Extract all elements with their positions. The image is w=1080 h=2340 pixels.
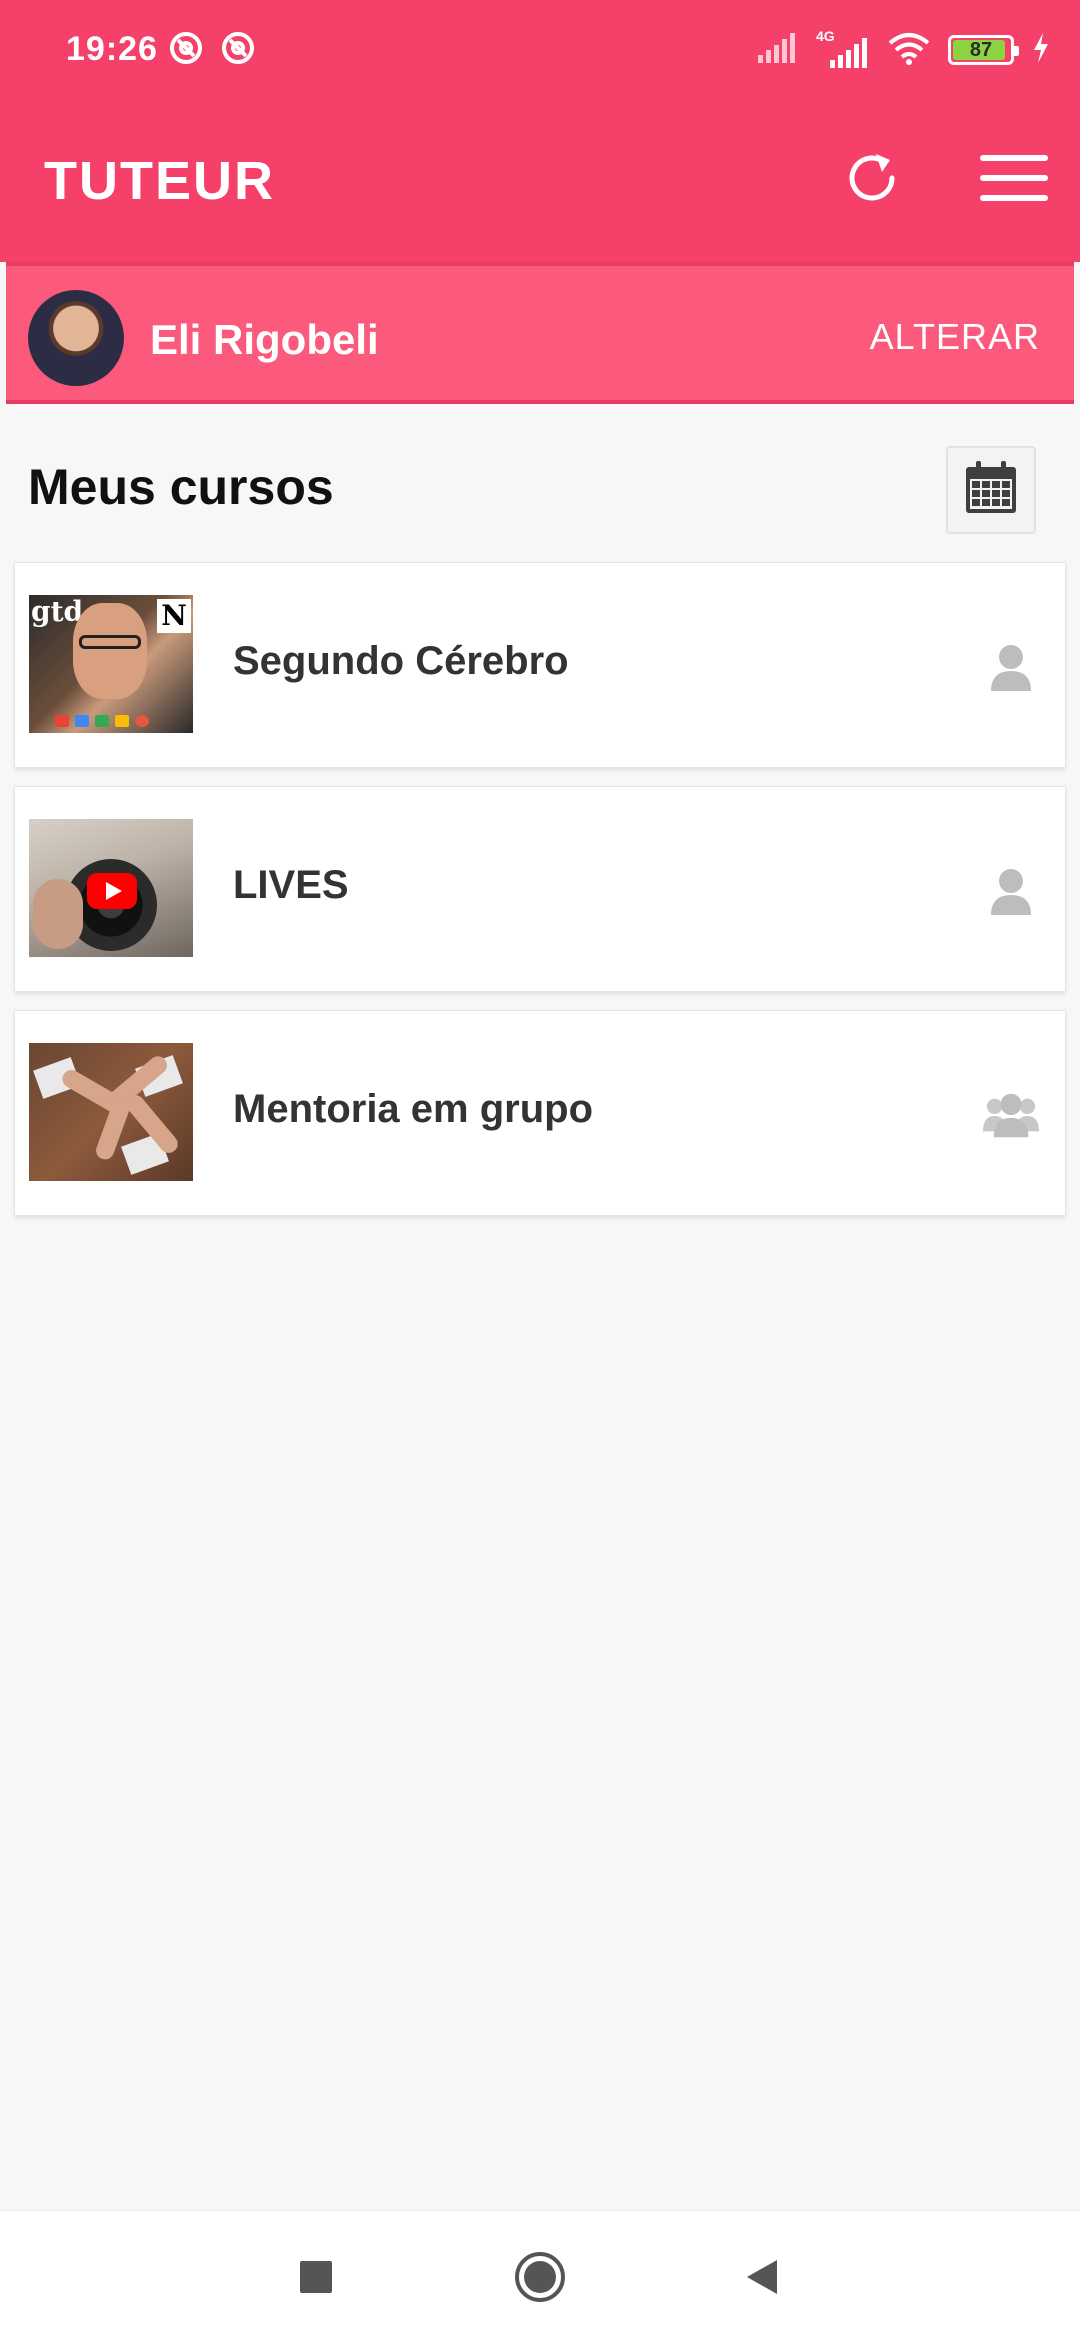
course-title: Mentoria em grupo: [233, 1087, 594, 1131]
app-title: TUTEUR: [44, 151, 275, 211]
system-nav-bar: [0, 2210, 1080, 2340]
course-title: LIVES: [233, 863, 349, 907]
course-card-lives[interactable]: LIVES: [14, 786, 1066, 992]
course-thumbnail: gtd N: [29, 595, 193, 733]
calendar-icon: [962, 459, 1020, 522]
person-face: [73, 603, 147, 699]
status-icons: 4G 87: [756, 28, 1050, 70]
battery-icon: 87: [948, 35, 1019, 65]
notification-icon-2: [220, 30, 256, 66]
charging-icon: [1032, 32, 1050, 68]
hand: [33, 879, 83, 949]
youtube-play-icon: [87, 873, 137, 909]
circle-home-icon: [514, 2251, 566, 2308]
notion-logo: N: [157, 599, 191, 633]
section-title: Meus cursos: [28, 459, 334, 515]
refresh-button[interactable]: [832, 140, 912, 220]
course-card-segundo-cerebro[interactable]: gtd N Segundo Cérebro: [14, 562, 1066, 768]
course-title: Segundo Cérebro: [233, 639, 569, 683]
menu-button[interactable]: [974, 140, 1054, 220]
glasses: [79, 635, 141, 649]
app-logos: [55, 715, 149, 727]
status-time: 19:26: [66, 30, 158, 68]
wifi-icon: [888, 31, 930, 70]
back-button[interactable]: [732, 2249, 792, 2309]
profile-bar: Eli Rigobeli ALTERAR: [6, 262, 1074, 404]
recents-button[interactable]: [286, 2249, 346, 2309]
square-recents-icon: [300, 2260, 332, 2298]
profile-name: Eli Rigobeli: [150, 316, 379, 363]
course-thumbnail: [29, 819, 193, 957]
triangle-back-icon: [745, 2258, 779, 2301]
group-users-icon: [983, 1089, 1039, 1141]
refresh-icon: [840, 146, 904, 215]
course-thumbnail: [29, 1043, 193, 1181]
single-user-icon: [983, 865, 1039, 917]
app-bar: TUTEUR: [0, 100, 1080, 260]
battery-level: 87: [969, 38, 993, 61]
status-bar: 19:26 4G 87: [0, 0, 1080, 100]
signal-icon: [756, 32, 798, 68]
notification-icon: [168, 30, 204, 66]
home-button[interactable]: [510, 2249, 570, 2309]
change-profile-button[interactable]: ALTERAR: [870, 316, 1040, 358]
avatar: [28, 290, 124, 386]
course-card-mentoria-em-grupo[interactable]: Mentoria em grupo: [14, 1010, 1066, 1216]
hamburger-menu-icon: [980, 153, 1048, 208]
signal-4g-icon: 4G: [816, 28, 870, 68]
single-user-icon: [983, 641, 1039, 693]
calendar-button[interactable]: [946, 446, 1036, 534]
